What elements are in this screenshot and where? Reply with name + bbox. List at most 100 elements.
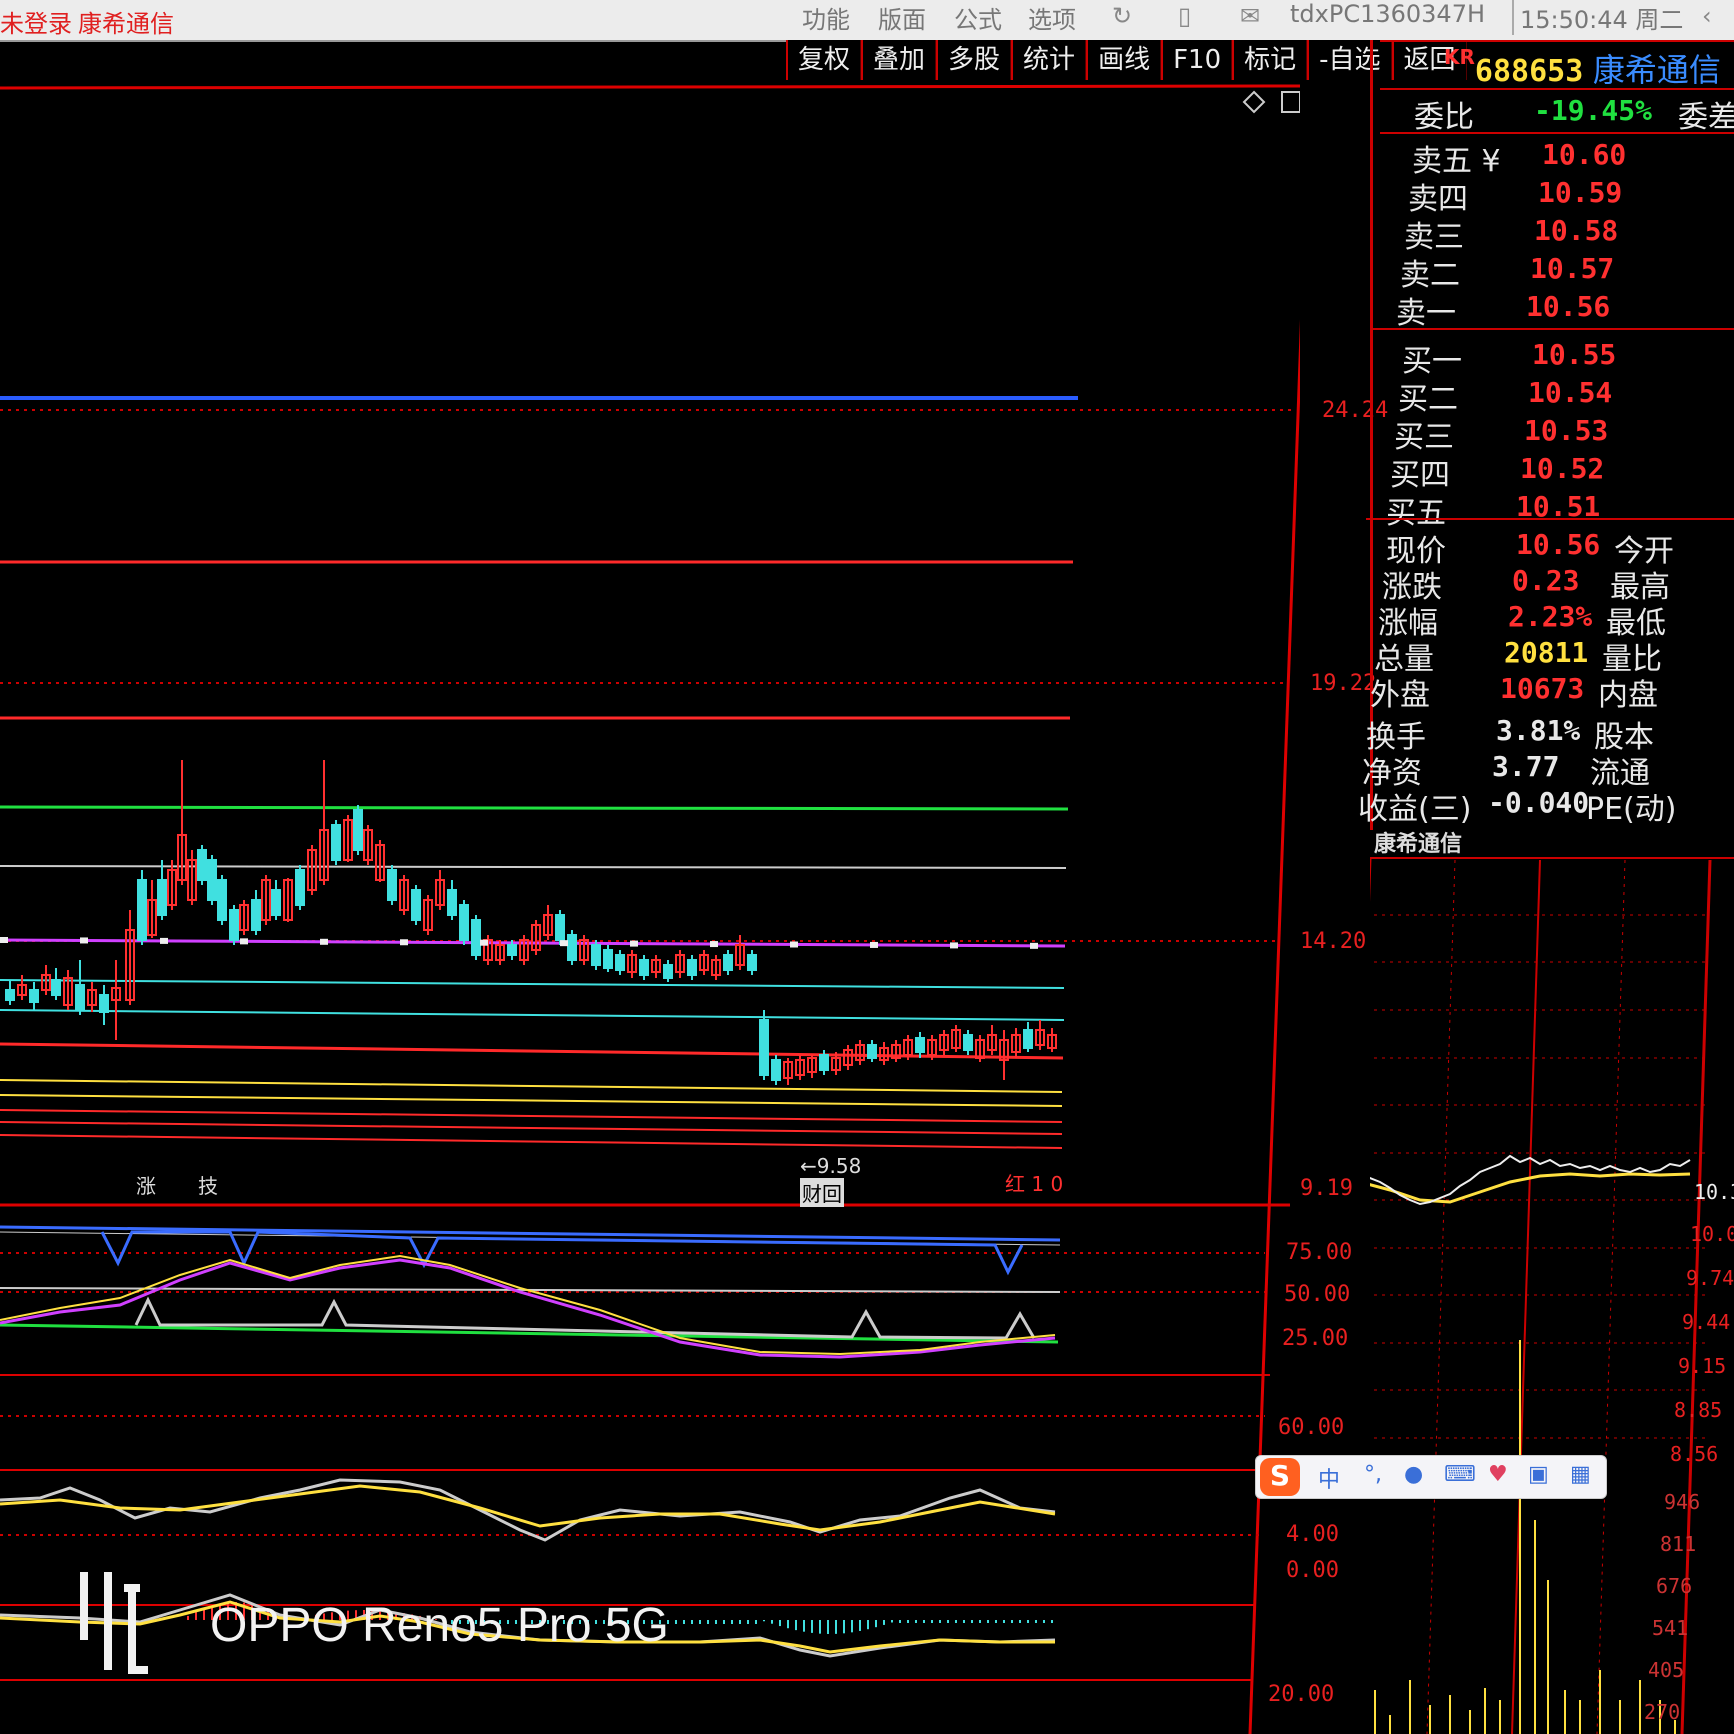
- punctuation-icon[interactable]: °,: [1364, 1462, 1382, 1487]
- diamond-icon: [1242, 90, 1266, 114]
- sogou-logo-icon[interactable]: S: [1260, 1458, 1300, 1496]
- microphone-icon[interactable]: ●: [1404, 1462, 1423, 1487]
- level-line-cyan-2: [0, 1009, 1065, 1021]
- statistics-button[interactable]: 统计: [1011, 40, 1087, 80]
- mini-volume-label: 946: [1664, 1490, 1701, 1514]
- quote-panel: KR688653 康希通信 委比 -19.45% 委差 卖五 ¥10.60 卖四 1…: [1358, 40, 1734, 830]
- sell-row-5: 卖五 ¥10.60: [1412, 136, 1734, 179]
- candle-body: [759, 1019, 769, 1076]
- candle-body: [197, 849, 207, 881]
- level-line-red-5: [0, 1121, 1063, 1135]
- refresh-icon[interactable]: ↻: [1112, 2, 1132, 30]
- ime-lang[interactable]: 中: [1318, 1462, 1340, 1494]
- marker-dot: [480, 939, 488, 946]
- sell-row-4: 卖四 10.59: [1408, 174, 1734, 217]
- marker-dot: [790, 941, 798, 948]
- red-label[interactable]: 红 1 0: [1005, 1168, 1063, 1197]
- candle-body: [217, 879, 227, 921]
- candle-body: [251, 899, 261, 931]
- window-toggle-icon: [1281, 91, 1300, 113]
- watchlist-button[interactable]: -自选: [1307, 40, 1392, 80]
- toolbox-icon[interactable]: ▣: [1528, 1462, 1549, 1487]
- candle-body: [447, 889, 457, 916]
- candle-body: [51, 979, 61, 996]
- draw-line-button[interactable]: 画线: [1086, 40, 1162, 80]
- sell-row-5-value: 10.60: [1542, 138, 1627, 171]
- buy-row-4-value: 10.52: [1520, 452, 1605, 485]
- mini-price-label: 8.56: [1670, 1442, 1719, 1466]
- trade-label-2[interactable]: 技: [198, 1170, 218, 1199]
- buy-row-2: 买二 10.54: [1398, 374, 1728, 417]
- sell-row-2-value: 10.57: [1530, 252, 1615, 285]
- mini-chart-title: 康希通信: [1374, 832, 1463, 857]
- candle-body: [591, 944, 601, 966]
- indicator-label-50: 50.00: [1284, 1282, 1351, 1307]
- candle-body: [471, 919, 481, 956]
- chart-top-border: [0, 84, 1300, 90]
- menu-formula[interactable]: 公式: [954, 0, 1002, 35]
- stat-row-5-value: 3.81%: [1496, 714, 1581, 747]
- marker-dot: [400, 939, 408, 946]
- level-line-cyan-1: [0, 979, 1065, 989]
- skin-icon[interactable]: ♥: [1488, 1462, 1508, 1487]
- chevron-left-icon[interactable]: ‹: [1702, 2, 1712, 30]
- phone-icon[interactable]: ▯: [1178, 2, 1191, 30]
- ime-toolbar[interactable]: S 中 °, ● ⌨ ♥ ▣ ▦: [1255, 1455, 1607, 1499]
- marker-dot: [240, 938, 248, 945]
- mini-price-label: 10.3: [1694, 1180, 1734, 1204]
- level-line-yellow-2: [0, 1094, 1063, 1107]
- overlay-button[interactable]: 叠加: [861, 40, 937, 80]
- candle-body: [771, 1059, 781, 1081]
- marker-dot: [560, 940, 568, 947]
- menu-function[interactable]: 功能: [802, 0, 850, 35]
- kline-chart[interactable]: [0, 80, 1300, 1734]
- marker-dot: [1030, 942, 1038, 949]
- grid-menu-icon[interactable]: ▦: [1570, 1462, 1591, 1487]
- stat-row-2-value: 2.23%: [1508, 600, 1593, 633]
- stat-row-6: 净资 3.77 流通: [1362, 748, 1692, 791]
- sell-row-1-label: 卖一: [1396, 296, 1456, 331]
- buy-row-1-value: 10.55: [1532, 338, 1617, 371]
- sell-row-4-value: 10.59: [1538, 176, 1623, 209]
- sell-row-1-value: 10.56: [1526, 290, 1611, 323]
- chart-toolbar: 复权 叠加 多股 统计 画线 F10 标记 -自选 返回: [786, 40, 1467, 80]
- sell-row-3-value: 10.58: [1534, 214, 1619, 247]
- mini-price-label: 9.44: [1682, 1310, 1731, 1334]
- mark-button[interactable]: 标记: [1232, 40, 1308, 80]
- clock: 15:50:44 周二: [1512, 0, 1683, 35]
- kdj-bottom-line: [0, 1323, 1059, 1344]
- candle-body: [723, 954, 733, 971]
- mail-icon[interactable]: ✉: [1240, 2, 1260, 30]
- candle-body: [687, 959, 697, 976]
- indicator-label-0: 0.00: [1286, 1558, 1339, 1583]
- candle-body: [207, 859, 217, 901]
- candle-body: [507, 944, 517, 956]
- stat-row-4-tail: 内盘: [1598, 678, 1658, 713]
- stock-name: 康希通信: [1592, 51, 1721, 89]
- stock-code: 688653: [1474, 54, 1584, 89]
- weibi-row: 委比 -19.45% 委差: [1414, 92, 1734, 135]
- buy-row-1: 买一 10.55: [1402, 336, 1732, 379]
- candle-body: [137, 879, 147, 941]
- axis-label-24: 24.24: [1322, 398, 1389, 423]
- menu-layout[interactable]: 版面: [878, 0, 926, 35]
- level-line-red-6: [0, 1134, 1063, 1149]
- axis-label-14: 14.20: [1300, 929, 1367, 954]
- fuquan-button[interactable]: 复权: [786, 40, 862, 80]
- trade-label-1[interactable]: 涨: [136, 1170, 156, 1199]
- keyboard-icon[interactable]: ⌨: [1444, 1462, 1476, 1487]
- wr-line-yellow: [0, 1484, 1056, 1532]
- marker-dot: [630, 940, 638, 947]
- login-status[interactable]: 未登录: [0, 4, 72, 39]
- menu-options[interactable]: 选项: [1028, 0, 1076, 35]
- marker-dot: [160, 937, 168, 944]
- candle-body: [459, 904, 469, 941]
- candle-body: [331, 824, 341, 861]
- report-label[interactable]: 财回: [800, 1178, 844, 1207]
- stat-row-4: 外盘 10673 内盘: [1370, 670, 1700, 713]
- candle-body: [75, 984, 85, 1011]
- multi-stock-button[interactable]: 多股: [936, 40, 1012, 80]
- f10-button[interactable]: F10: [1161, 40, 1233, 80]
- candle-body: [615, 954, 625, 971]
- mini-volume-label: 405: [1648, 1658, 1685, 1682]
